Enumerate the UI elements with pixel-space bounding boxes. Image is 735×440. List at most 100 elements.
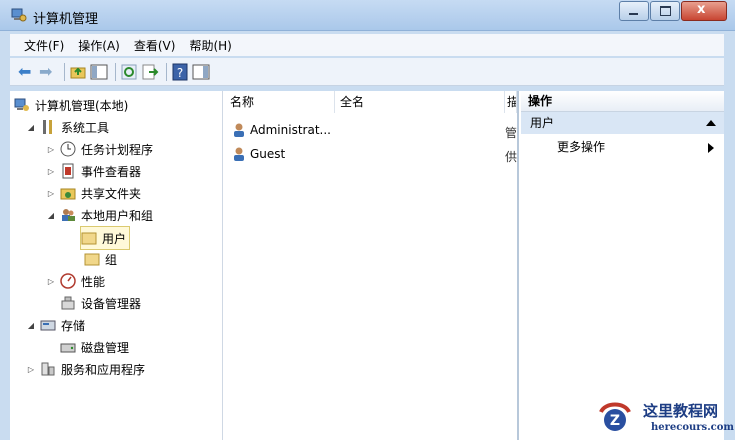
- watermark-logo-icon: Z: [599, 402, 631, 431]
- tree-label: 共享文件夹: [81, 186, 142, 201]
- tree-label: 服务和应用程序: [61, 362, 146, 377]
- services-icon: [41, 362, 55, 376]
- tree-label: 本地用户和组: [81, 208, 154, 223]
- submenu-arrow-icon: [708, 143, 714, 153]
- tree-label: 设备管理器: [81, 296, 142, 311]
- expand-icon[interactable]: ▷: [46, 189, 56, 198]
- tree-item-users[interactable]: 用户: [80, 226, 131, 250]
- collapse-arrow-icon[interactable]: [706, 120, 716, 126]
- back-arrow-icon[interactable]: ⬅: [18, 62, 36, 81]
- expand-icon[interactable]: ▷: [26, 365, 36, 374]
- more-actions-item[interactable]: 更多操作: [521, 134, 724, 160]
- tree-label: 系统工具: [61, 120, 110, 135]
- main-content: 计算机管理(本地) ◢ 系统工具 ▷ 任务计划程序 ▷ 事件查看器 ▷ 共享文件…: [10, 91, 724, 440]
- actions-header: 操作: [521, 91, 724, 112]
- collapse-icon[interactable]: ◢: [26, 123, 36, 132]
- user-description: 供: [505, 150, 517, 164]
- tree-item-task-scheduler[interactable]: ▷ 任务计划程序: [46, 138, 153, 160]
- expand-icon[interactable]: ▷: [46, 167, 56, 176]
- maximize-icon: [660, 6, 671, 16]
- clock-icon: [60, 141, 76, 157]
- navigation-tree: 计算机管理(本地) ◢ 系统工具 ▷ 任务计划程序 ▷ 事件查看器 ▷ 共享文件…: [10, 91, 223, 440]
- expand-icon[interactable]: ▷: [46, 277, 56, 286]
- refresh-icon[interactable]: [120, 63, 138, 81]
- actions-section-users[interactable]: 用户: [521, 112, 724, 134]
- menu-file[interactable]: 文件(F): [24, 37, 64, 54]
- tree-label: 组: [105, 252, 118, 267]
- table-row[interactable]: Guest: [231, 143, 285, 165]
- event-log-icon: [62, 163, 74, 179]
- menu-view[interactable]: 查看(V): [134, 37, 176, 54]
- export-list-icon[interactable]: [141, 63, 159, 81]
- user-icon: [234, 123, 244, 137]
- users-group-icon: [62, 209, 75, 221]
- performance-icon: [60, 273, 76, 289]
- expand-icon[interactable]: ▷: [46, 145, 56, 154]
- svg-text:Z: Z: [610, 413, 620, 429]
- toolbar-separator: [64, 62, 65, 81]
- window-title: 计算机管理: [33, 12, 99, 27]
- tree-item-device-manager[interactable]: 设备管理器: [60, 292, 141, 314]
- storage-icon: [40, 320, 56, 331]
- tree-item-event-viewer[interactable]: ▷ 事件查看器: [46, 160, 141, 182]
- minimize-icon: [629, 13, 638, 15]
- user-description: 管: [505, 126, 517, 140]
- tree-item-root[interactable]: 计算机管理(本地): [14, 94, 128, 116]
- up-folder-icon[interactable]: [69, 63, 87, 81]
- tree-item-local-users-groups[interactable]: ◢ 本地用户和组: [46, 204, 153, 226]
- more-actions-label: 更多操作: [557, 140, 606, 154]
- collapse-icon[interactable]: ◢: [46, 211, 56, 220]
- watermark-text: 这里教程网: [643, 402, 719, 420]
- maximize-button[interactable]: [650, 1, 680, 21]
- watermark-url: herecours.com: [651, 422, 735, 433]
- menu-help[interactable]: 帮助(H): [189, 37, 231, 54]
- user-icon: [234, 147, 244, 161]
- forward-arrow-icon[interactable]: ➡: [39, 62, 57, 81]
- computer-management-icon: [11, 8, 27, 22]
- device-manager-icon: [61, 296, 75, 310]
- tree-label: 计算机管理(本地): [35, 98, 129, 113]
- watermark: Z 这里教程网 herecours.com: [585, 398, 735, 440]
- tree-label: 任务计划程序: [81, 142, 154, 157]
- tree-item-system-tools[interactable]: ◢ 系统工具: [26, 116, 109, 138]
- help-icon[interactable]: ?: [171, 63, 189, 81]
- tree-label: 性能: [81, 274, 106, 289]
- column-header-name[interactable]: 名称: [225, 91, 335, 113]
- toolbar: ⬅ ➡ ?: [10, 58, 724, 86]
- close-button[interactable]: x: [681, 1, 727, 21]
- tree-label: 存储: [61, 318, 86, 333]
- user-name: Administrat...: [250, 123, 331, 137]
- column-header-fullname[interactable]: 全名: [335, 91, 505, 113]
- user-list-pane: 名称 全名 描 Administrat... 管 Guest 供: [225, 91, 519, 440]
- tree-item-services-apps[interactable]: ▷ 服务和应用程序: [26, 358, 145, 380]
- tools-icon: [43, 120, 52, 134]
- tree-label: 磁盘管理: [81, 340, 130, 355]
- actions-pane: 操作 用户 更多操作: [521, 91, 724, 440]
- column-header-description[interactable]: 描: [505, 91, 517, 113]
- toolbar-separator: [166, 62, 167, 81]
- svg-text:?: ?: [177, 66, 183, 80]
- menu-action[interactable]: 操作(A): [78, 37, 120, 54]
- user-name: Guest: [250, 147, 286, 161]
- minimize-button[interactable]: [619, 1, 649, 21]
- tree-item-performance[interactable]: ▷ 性能: [46, 270, 105, 292]
- shared-folder-icon: [60, 188, 76, 200]
- collapse-icon[interactable]: ◢: [26, 321, 36, 330]
- folder-icon: [84, 253, 100, 266]
- show-hide-action-pane-icon[interactable]: [192, 63, 210, 81]
- folder-icon: [81, 232, 97, 245]
- toolbar-separator: [115, 62, 116, 81]
- computer-management-icon: [14, 98, 29, 111]
- tree-item-shared-folders[interactable]: ▷ 共享文件夹: [46, 182, 141, 204]
- title-bar: 计算机管理 x: [0, 0, 735, 31]
- tree-label: 事件查看器: [81, 164, 142, 179]
- show-hide-tree-icon[interactable]: [90, 63, 108, 81]
- tree-item-disk-management[interactable]: 磁盘管理: [60, 336, 129, 358]
- tree-item-storage[interactable]: ◢ 存储: [26, 314, 85, 336]
- close-icon: x: [697, 2, 706, 17]
- actions-section-label: 用户: [530, 116, 555, 130]
- tree-item-groups[interactable]: 组: [84, 248, 117, 270]
- tree-label: 用户: [102, 231, 127, 246]
- disk-icon: [60, 343, 76, 353]
- table-row[interactable]: Administrat...: [231, 119, 331, 141]
